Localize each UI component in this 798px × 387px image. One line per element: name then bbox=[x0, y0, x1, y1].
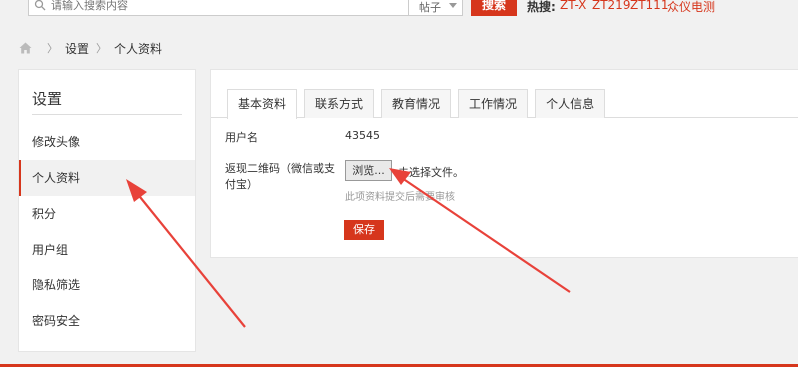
review-hint: 此项资料提交后需要审核 bbox=[345, 192, 455, 203]
qrcode-label-line1: 返现二维码（微信或支 bbox=[225, 162, 335, 175]
breadcrumb: 〉 设置 〉 个人资料 bbox=[19, 40, 162, 56]
tab-personal-info[interactable]: 个人信息 bbox=[535, 89, 606, 118]
tab-basic-info[interactable]: 基本资料 bbox=[227, 89, 298, 119]
tab-education[interactable]: 教育情况 bbox=[381, 89, 452, 118]
footer bbox=[0, 367, 798, 387]
search-icon bbox=[34, 0, 46, 11]
browse-file-button[interactable]: 浏览... bbox=[345, 160, 392, 181]
hot-link[interactable]: ZT-X bbox=[560, 0, 586, 12]
home-icon[interactable] bbox=[19, 42, 32, 54]
search-button[interactable]: 搜索 bbox=[471, 0, 517, 16]
sidebar-divider bbox=[32, 114, 182, 115]
username-value: 43545 bbox=[345, 129, 380, 142]
breadcrumb-item-profile: 个人资料 bbox=[114, 41, 163, 56]
hot-link[interactable]: ZT111 bbox=[630, 0, 668, 12]
main-panel: 基本资料 联系方式 教育情况 工作情况 个人信息 用户名 43545 返现二维码… bbox=[210, 69, 798, 258]
search-type-label: 帖子 bbox=[419, 1, 441, 14]
sidebar-item-password[interactable]: 密码安全 bbox=[19, 303, 195, 339]
qrcode-label-line2: 付宝） bbox=[225, 178, 258, 191]
sidebar-item-points[interactable]: 积分 bbox=[19, 196, 195, 232]
hot-link[interactable]: ZT219 bbox=[592, 0, 630, 12]
username-label: 用户名 bbox=[225, 131, 258, 144]
sidebar-item-privacy[interactable]: 隐私筛选 bbox=[19, 267, 195, 303]
search-input[interactable] bbox=[51, 0, 431, 15]
sidebar-title: 设置 bbox=[32, 90, 63, 108]
chevron-down-icon bbox=[449, 3, 457, 8]
sidebar: 设置 修改头像 个人资料 积分 用户组 隐私筛选 密码安全 bbox=[18, 69, 196, 352]
tab-contact[interactable]: 联系方式 bbox=[304, 89, 375, 118]
no-file-text: 未选择文件。 bbox=[398, 166, 464, 179]
hot-link[interactable]: 众仪电测 bbox=[667, 0, 715, 15]
tab-work[interactable]: 工作情况 bbox=[458, 89, 529, 118]
search-type-select[interactable]: 帖子 bbox=[408, 0, 463, 16]
sidebar-item-profile[interactable]: 个人资料 bbox=[19, 160, 195, 196]
search-box bbox=[28, 0, 463, 16]
top-search-bar: 帖子 搜索 热搜: ZT-X ZT219 ZT111 众仪电测 bbox=[0, 0, 798, 20]
save-button[interactable]: 保存 bbox=[344, 220, 384, 240]
sidebar-item-avatar[interactable]: 修改头像 bbox=[19, 124, 195, 160]
breadcrumb-separator: 〉 bbox=[96, 42, 108, 55]
hot-search-label: 热搜: bbox=[527, 0, 556, 14]
breadcrumb-separator: 〉 bbox=[47, 42, 58, 55]
tab-bar: 基本资料 联系方式 教育情况 工作情况 个人信息 bbox=[227, 89, 612, 119]
sidebar-item-usergroup[interactable]: 用户组 bbox=[19, 232, 195, 268]
breadcrumb-item-settings[interactable]: 设置 bbox=[65, 40, 89, 57]
